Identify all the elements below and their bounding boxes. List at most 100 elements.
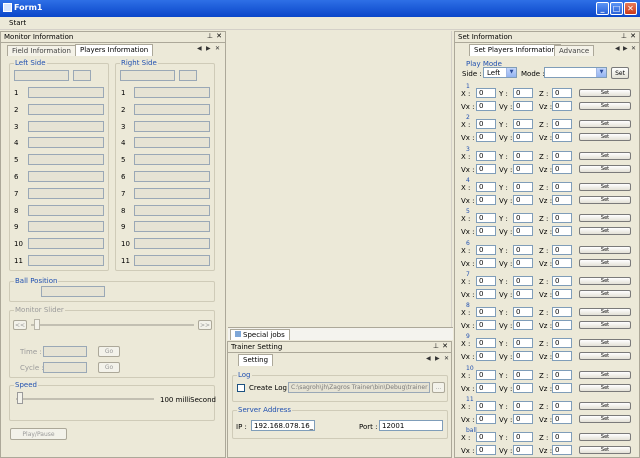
vy-field[interactable]: 0 — [513, 382, 533, 393]
right-player-field[interactable] — [134, 187, 210, 199]
ball-position-field[interactable] — [41, 286, 105, 297]
y-field[interactable]: 0 — [513, 181, 533, 192]
vz-field[interactable]: 0 — [552, 101, 572, 111]
z-field[interactable]: 0 — [552, 119, 572, 130]
vz-field[interactable]: 0 — [552, 226, 572, 237]
tab-scroll-left-icon[interactable]: ◀ — [615, 45, 620, 52]
z-field[interactable]: 0 — [552, 432, 572, 443]
right-player-field[interactable] — [134, 120, 210, 132]
z-field[interactable]: 0 — [552, 338, 572, 349]
x-field[interactable]: 0 — [476, 275, 496, 286]
set-position-button[interactable]: Set — [579, 276, 631, 285]
slider-prev-button[interactable]: << — [13, 320, 27, 330]
pin-icon[interactable]: ⊥ — [207, 32, 213, 40]
x-field[interactable]: 0 — [476, 432, 496, 443]
vz-field[interactable]: 0 — [552, 163, 572, 174]
left-player-field[interactable] — [28, 171, 104, 182]
left-player-field[interactable] — [28, 120, 104, 132]
left-player-field[interactable] — [28, 187, 104, 199]
right-side-team-field[interactable] — [120, 70, 175, 81]
vy-field[interactable]: 0 — [513, 194, 533, 205]
side-select[interactable]: Left ▼ — [483, 67, 517, 78]
z-field[interactable]: 0 — [552, 181, 572, 192]
set-velocity-button[interactable]: Set — [579, 258, 631, 267]
vy-field[interactable]: 0 — [513, 288, 533, 299]
set-velocity-button[interactable]: Set — [579, 289, 631, 298]
y-field[interactable]: 0 — [513, 275, 533, 286]
vx-field[interactable]: 0 — [476, 257, 496, 268]
set-position-button[interactable]: Set — [579, 214, 631, 223]
speed-slider-track[interactable] — [16, 398, 154, 400]
close-icon[interactable]: ✕ — [630, 32, 636, 40]
x-field[interactable]: 0 — [476, 338, 496, 349]
set-position-button[interactable]: Set — [579, 182, 631, 191]
vx-field[interactable]: 0 — [476, 320, 496, 331]
y-field[interactable]: 0 — [513, 369, 533, 380]
vz-field[interactable]: 0 — [552, 320, 572, 331]
vx-field[interactable]: 0 — [476, 288, 496, 299]
time-go-button[interactable]: Go — [98, 346, 120, 357]
right-player-field[interactable] — [134, 154, 210, 166]
y-field[interactable]: 0 — [513, 307, 533, 318]
tab-special-jobs[interactable]: Special jobs — [230, 329, 290, 340]
left-player-field[interactable] — [28, 204, 104, 216]
vy-field[interactable]: 0 — [513, 101, 533, 111]
left-player-field[interactable] — [28, 255, 104, 266]
set-position-button[interactable]: Set — [579, 339, 631, 348]
y-field[interactable]: 0 — [513, 213, 533, 224]
x-field[interactable]: 0 — [476, 307, 496, 318]
right-player-field[interactable] — [134, 103, 210, 115]
create-log-checkbox[interactable] — [237, 384, 245, 392]
vy-field[interactable]: 0 — [513, 132, 533, 143]
set-velocity-button[interactable]: Set — [579, 102, 631, 110]
set-position-button[interactable]: Set — [579, 245, 631, 254]
set-position-button[interactable]: Set — [579, 433, 631, 442]
right-player-field[interactable] — [134, 87, 210, 98]
vy-field[interactable]: 0 — [513, 320, 533, 331]
set-velocity-button[interactable]: Set — [579, 195, 631, 204]
set-velocity-button[interactable]: Set — [579, 133, 631, 142]
slider-next-button[interactable]: >> — [198, 320, 212, 330]
tab-advance[interactable]: Advance — [554, 45, 595, 56]
set-position-button[interactable]: Set — [579, 120, 631, 129]
browse-button[interactable]: ... — [432, 382, 445, 393]
pin-icon[interactable]: ⊥ — [621, 32, 627, 40]
right-player-field[interactable] — [134, 204, 210, 216]
tab-scroll-left-icon[interactable]: ◀ — [426, 355, 431, 362]
right-side-score-field[interactable] — [179, 70, 197, 81]
vz-field[interactable]: 0 — [552, 414, 572, 424]
set-position-button[interactable]: Set — [579, 308, 631, 317]
right-player-field[interactable] — [134, 255, 210, 266]
vx-field[interactable]: 0 — [476, 445, 496, 456]
x-field[interactable]: 0 — [476, 181, 496, 192]
set-play-mode-button[interactable]: Set — [611, 67, 629, 79]
vx-field[interactable]: 0 — [476, 163, 496, 174]
vz-field[interactable]: 0 — [552, 194, 572, 205]
close-icon[interactable]: ✕ — [442, 342, 448, 350]
y-field[interactable]: 0 — [513, 432, 533, 443]
left-player-field[interactable] — [28, 154, 104, 166]
set-velocity-button[interactable]: Set — [579, 446, 631, 455]
vx-field[interactable]: 0 — [476, 101, 496, 111]
speed-slider-thumb[interactable] — [17, 392, 23, 404]
right-player-field[interactable] — [134, 171, 210, 182]
x-field[interactable]: 0 — [476, 119, 496, 130]
tab-players-information[interactable]: Players Information — [75, 44, 154, 56]
vy-field[interactable]: 0 — [513, 414, 533, 424]
vz-field[interactable]: 0 — [552, 257, 572, 268]
set-position-button[interactable]: Set — [579, 151, 631, 160]
vz-field[interactable]: 0 — [552, 132, 572, 143]
z-field[interactable]: 0 — [552, 401, 572, 411]
left-player-field[interactable] — [28, 103, 104, 115]
x-field[interactable]: 0 — [476, 213, 496, 224]
cycle-field[interactable] — [43, 362, 87, 373]
ip-field[interactable]: 192.168.078.16_ — [251, 420, 315, 431]
y-field[interactable]: 0 — [513, 401, 533, 411]
vy-field[interactable]: 0 — [513, 226, 533, 237]
right-player-field[interactable] — [134, 221, 210, 233]
tab-close-icon[interactable]: ✕ — [444, 355, 449, 362]
monitor-slider-track[interactable] — [31, 324, 194, 326]
set-velocity-button[interactable]: Set — [579, 321, 631, 330]
set-position-button[interactable]: Set — [579, 402, 631, 410]
z-field[interactable]: 0 — [552, 244, 572, 255]
